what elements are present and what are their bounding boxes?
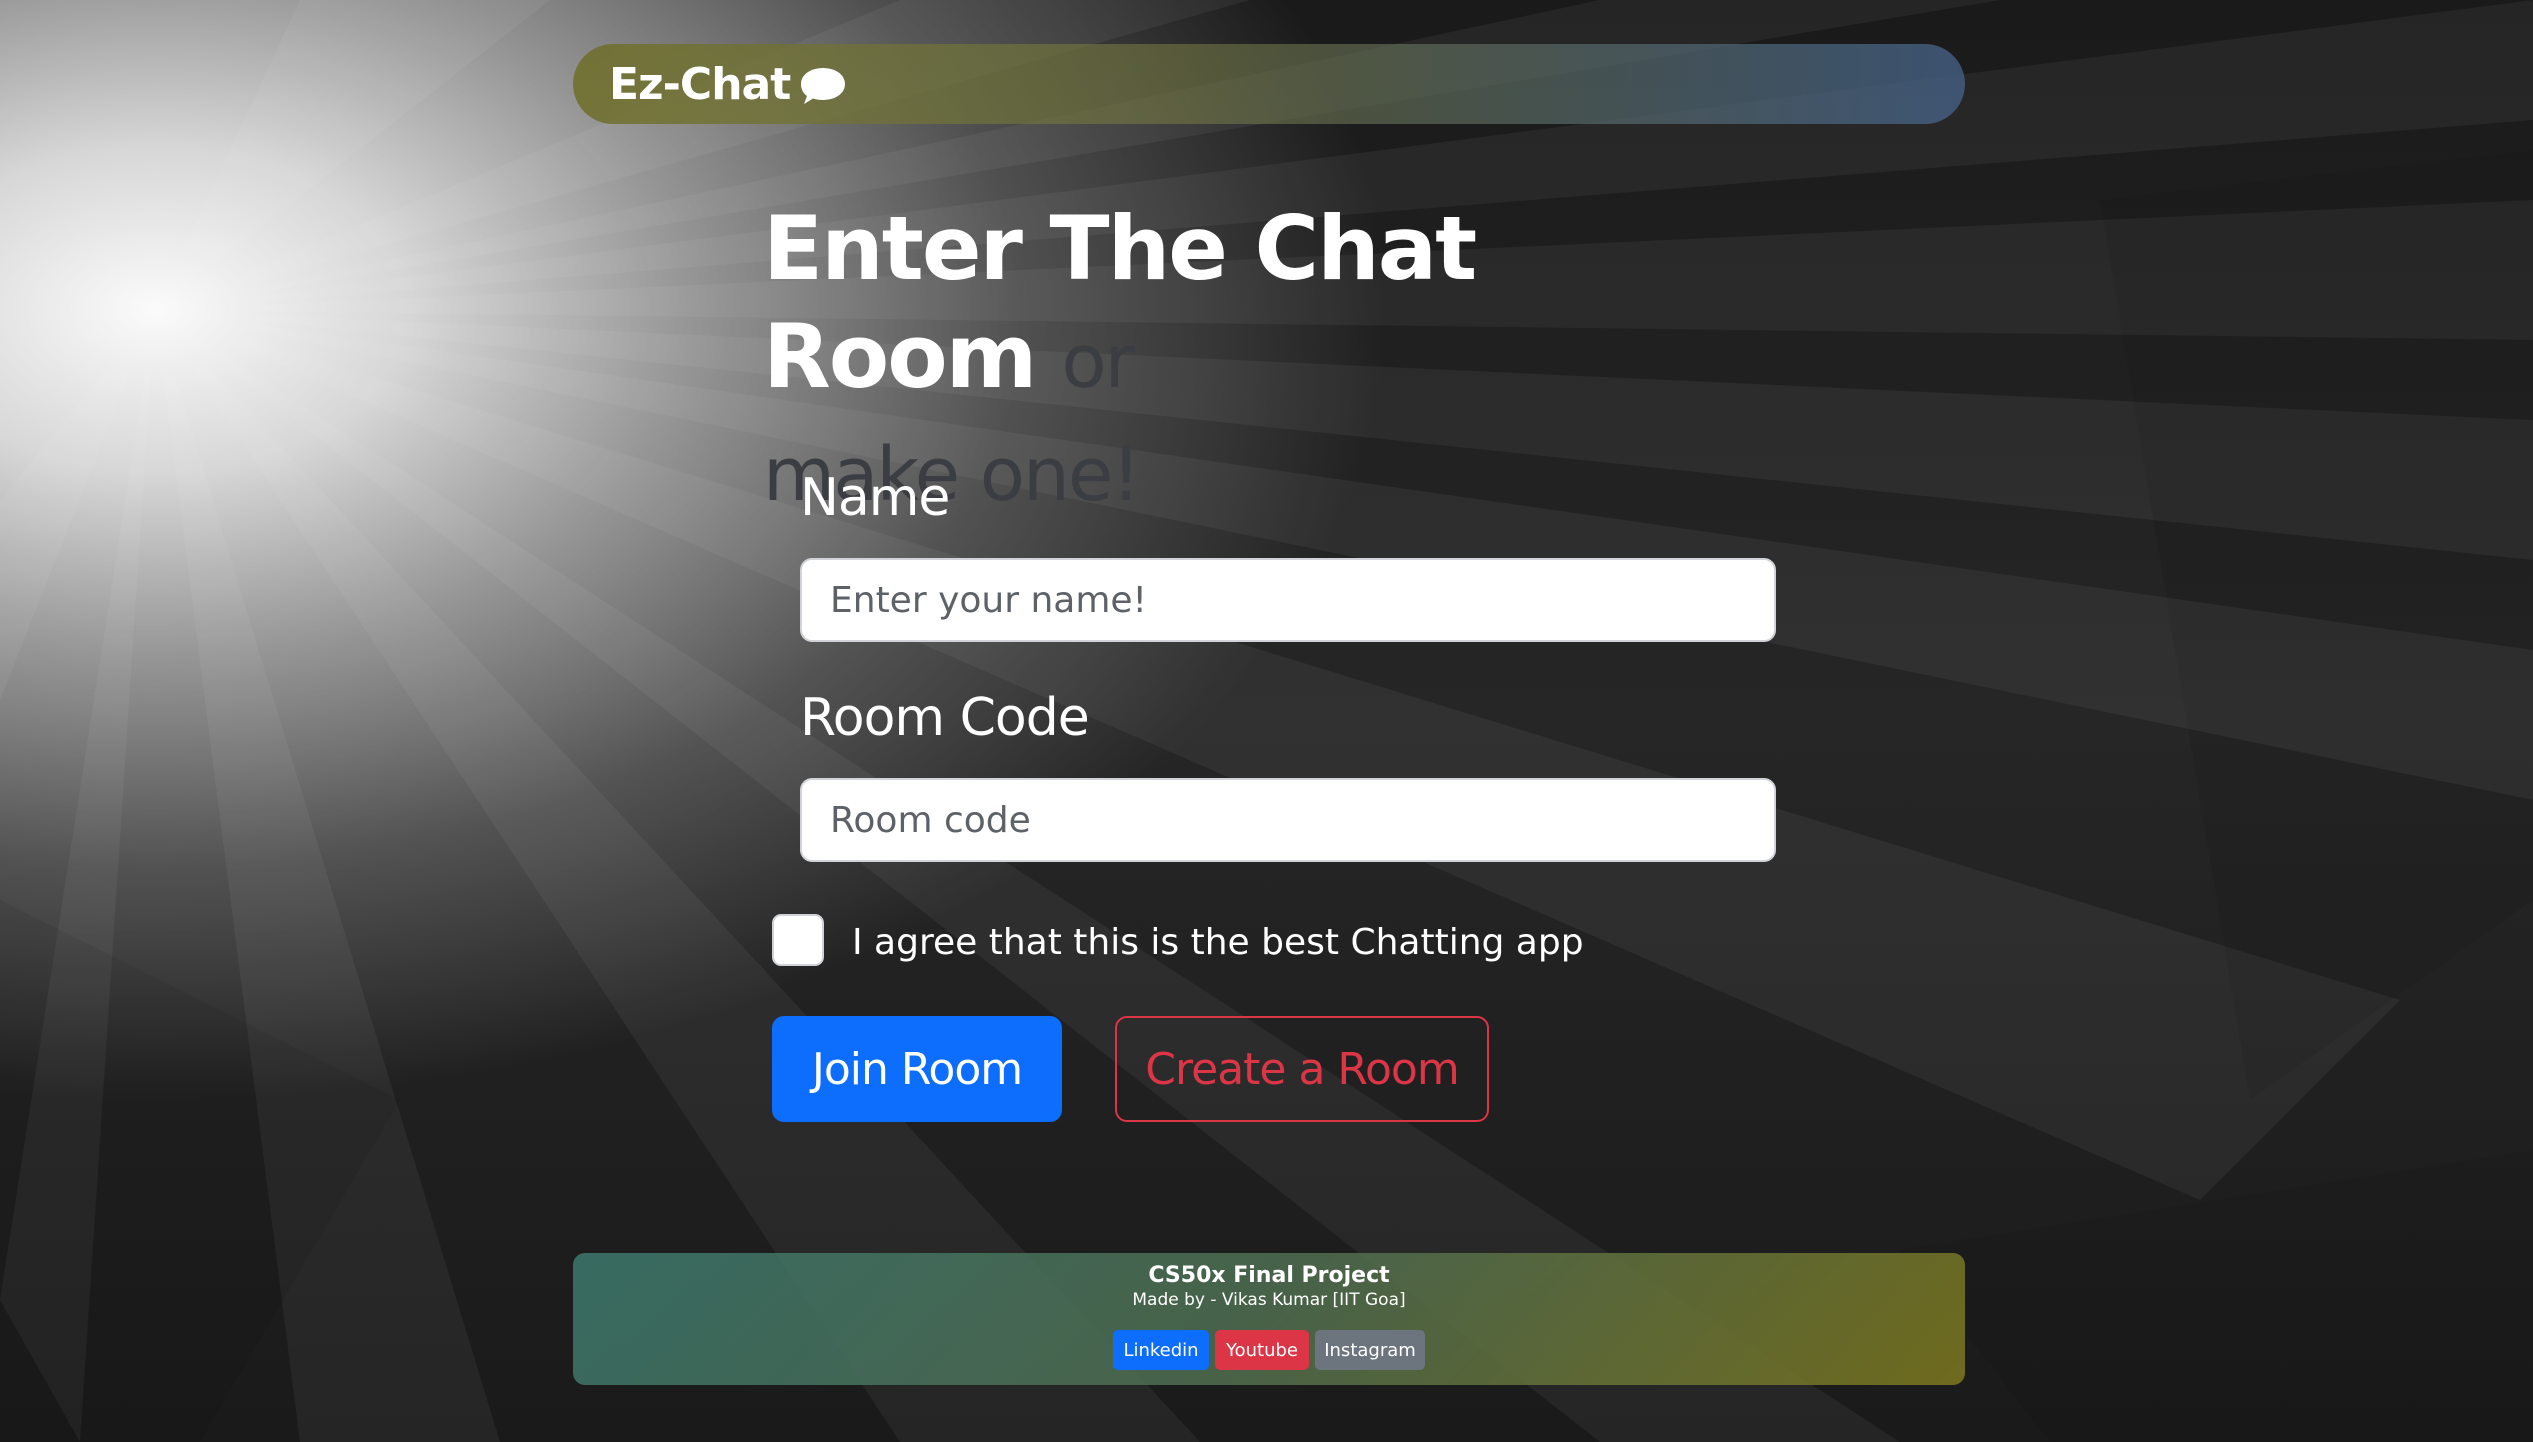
join-room-button[interactable]: Join Room bbox=[772, 1016, 1062, 1122]
room-code-label: Room Code bbox=[800, 688, 1090, 748]
instagram-button[interactable]: Instagram bbox=[1315, 1330, 1425, 1370]
speech-bubble-icon bbox=[801, 68, 846, 104]
navbar: Ez-Chat bbox=[573, 44, 1965, 124]
linkedin-button[interactable]: Linkedin bbox=[1113, 1330, 1209, 1370]
brand-link[interactable]: Ez-Chat bbox=[609, 59, 848, 110]
youtube-button[interactable]: Youtube bbox=[1215, 1330, 1309, 1370]
footer-links: Linkedin Youtube Instagram bbox=[573, 1330, 1965, 1370]
agree-label: I agree that this is the best Chatting a… bbox=[852, 922, 1584, 963]
footer-credit: Made by - Vikas Kumar [IIT Goa] bbox=[1132, 1290, 1406, 1310]
footer: CS50x Final Project Made by - Vikas Kuma… bbox=[573, 1253, 1965, 1385]
heading-or: or bbox=[1061, 319, 1135, 405]
name-input[interactable] bbox=[800, 558, 1776, 642]
brand-name: Ez-Chat bbox=[609, 58, 791, 110]
footer-title: CS50x Final Project bbox=[1148, 1263, 1390, 1288]
create-room-button[interactable]: Create a Room bbox=[1115, 1016, 1489, 1122]
agree-checkbox[interactable] bbox=[772, 914, 824, 966]
room-code-input[interactable] bbox=[800, 778, 1776, 862]
name-label: Name bbox=[800, 468, 950, 528]
